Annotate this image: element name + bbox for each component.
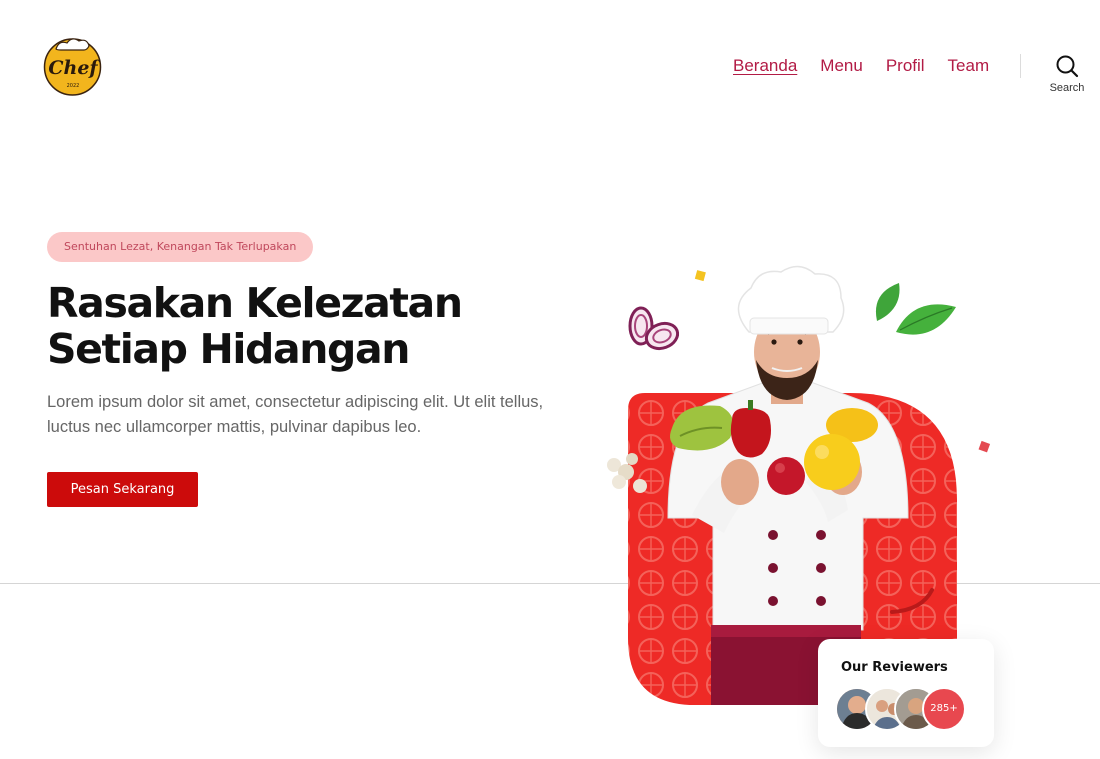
nav-divider	[1020, 54, 1021, 78]
yellow-confetti	[694, 270, 706, 282]
search-label: Search	[1049, 82, 1085, 94]
chef-logo-icon: Chef 2022	[43, 38, 102, 96]
hero-description: Lorem ipsum dolor sit amet, consectetur …	[47, 393, 544, 436]
nav-item-beranda[interactable]: Beranda	[733, 56, 797, 76]
chef-logo[interactable]: Chef 2022	[42, 35, 103, 96]
svg-text:2022: 2022	[67, 83, 80, 89]
nav-item-menu[interactable]: Menu	[820, 56, 863, 76]
headline-line-2: Setiap Hidangan	[47, 325, 410, 373]
main-nav: Beranda Menu Profil Team	[733, 56, 989, 76]
svg-text:Chef: Chef	[48, 57, 100, 79]
nav-item-profil[interactable]: Profil	[886, 56, 925, 76]
basil-leaves	[875, 283, 956, 335]
reviewers-title: Our Reviewers	[841, 660, 948, 675]
red-confetti	[978, 440, 991, 453]
order-now-button[interactable]: Pesan Sekarang	[47, 472, 198, 507]
tagline-badge: Sentuhan Lezat, Kenangan Tak Terlupakan	[47, 232, 314, 262]
reviewers-card: Our Reviewers 285+	[818, 639, 994, 747]
hero-headline: Rasakan Kelezatan Setiap Hidangan	[47, 280, 567, 372]
reviewers-count-badge: 285+	[922, 687, 966, 731]
search-icon	[1056, 55, 1079, 78]
headline-line-1: Rasakan Kelezatan	[47, 279, 463, 327]
search-button[interactable]: Search	[1042, 54, 1092, 100]
onion-slices	[628, 306, 680, 351]
nav-item-team[interactable]: Team	[948, 56, 990, 76]
